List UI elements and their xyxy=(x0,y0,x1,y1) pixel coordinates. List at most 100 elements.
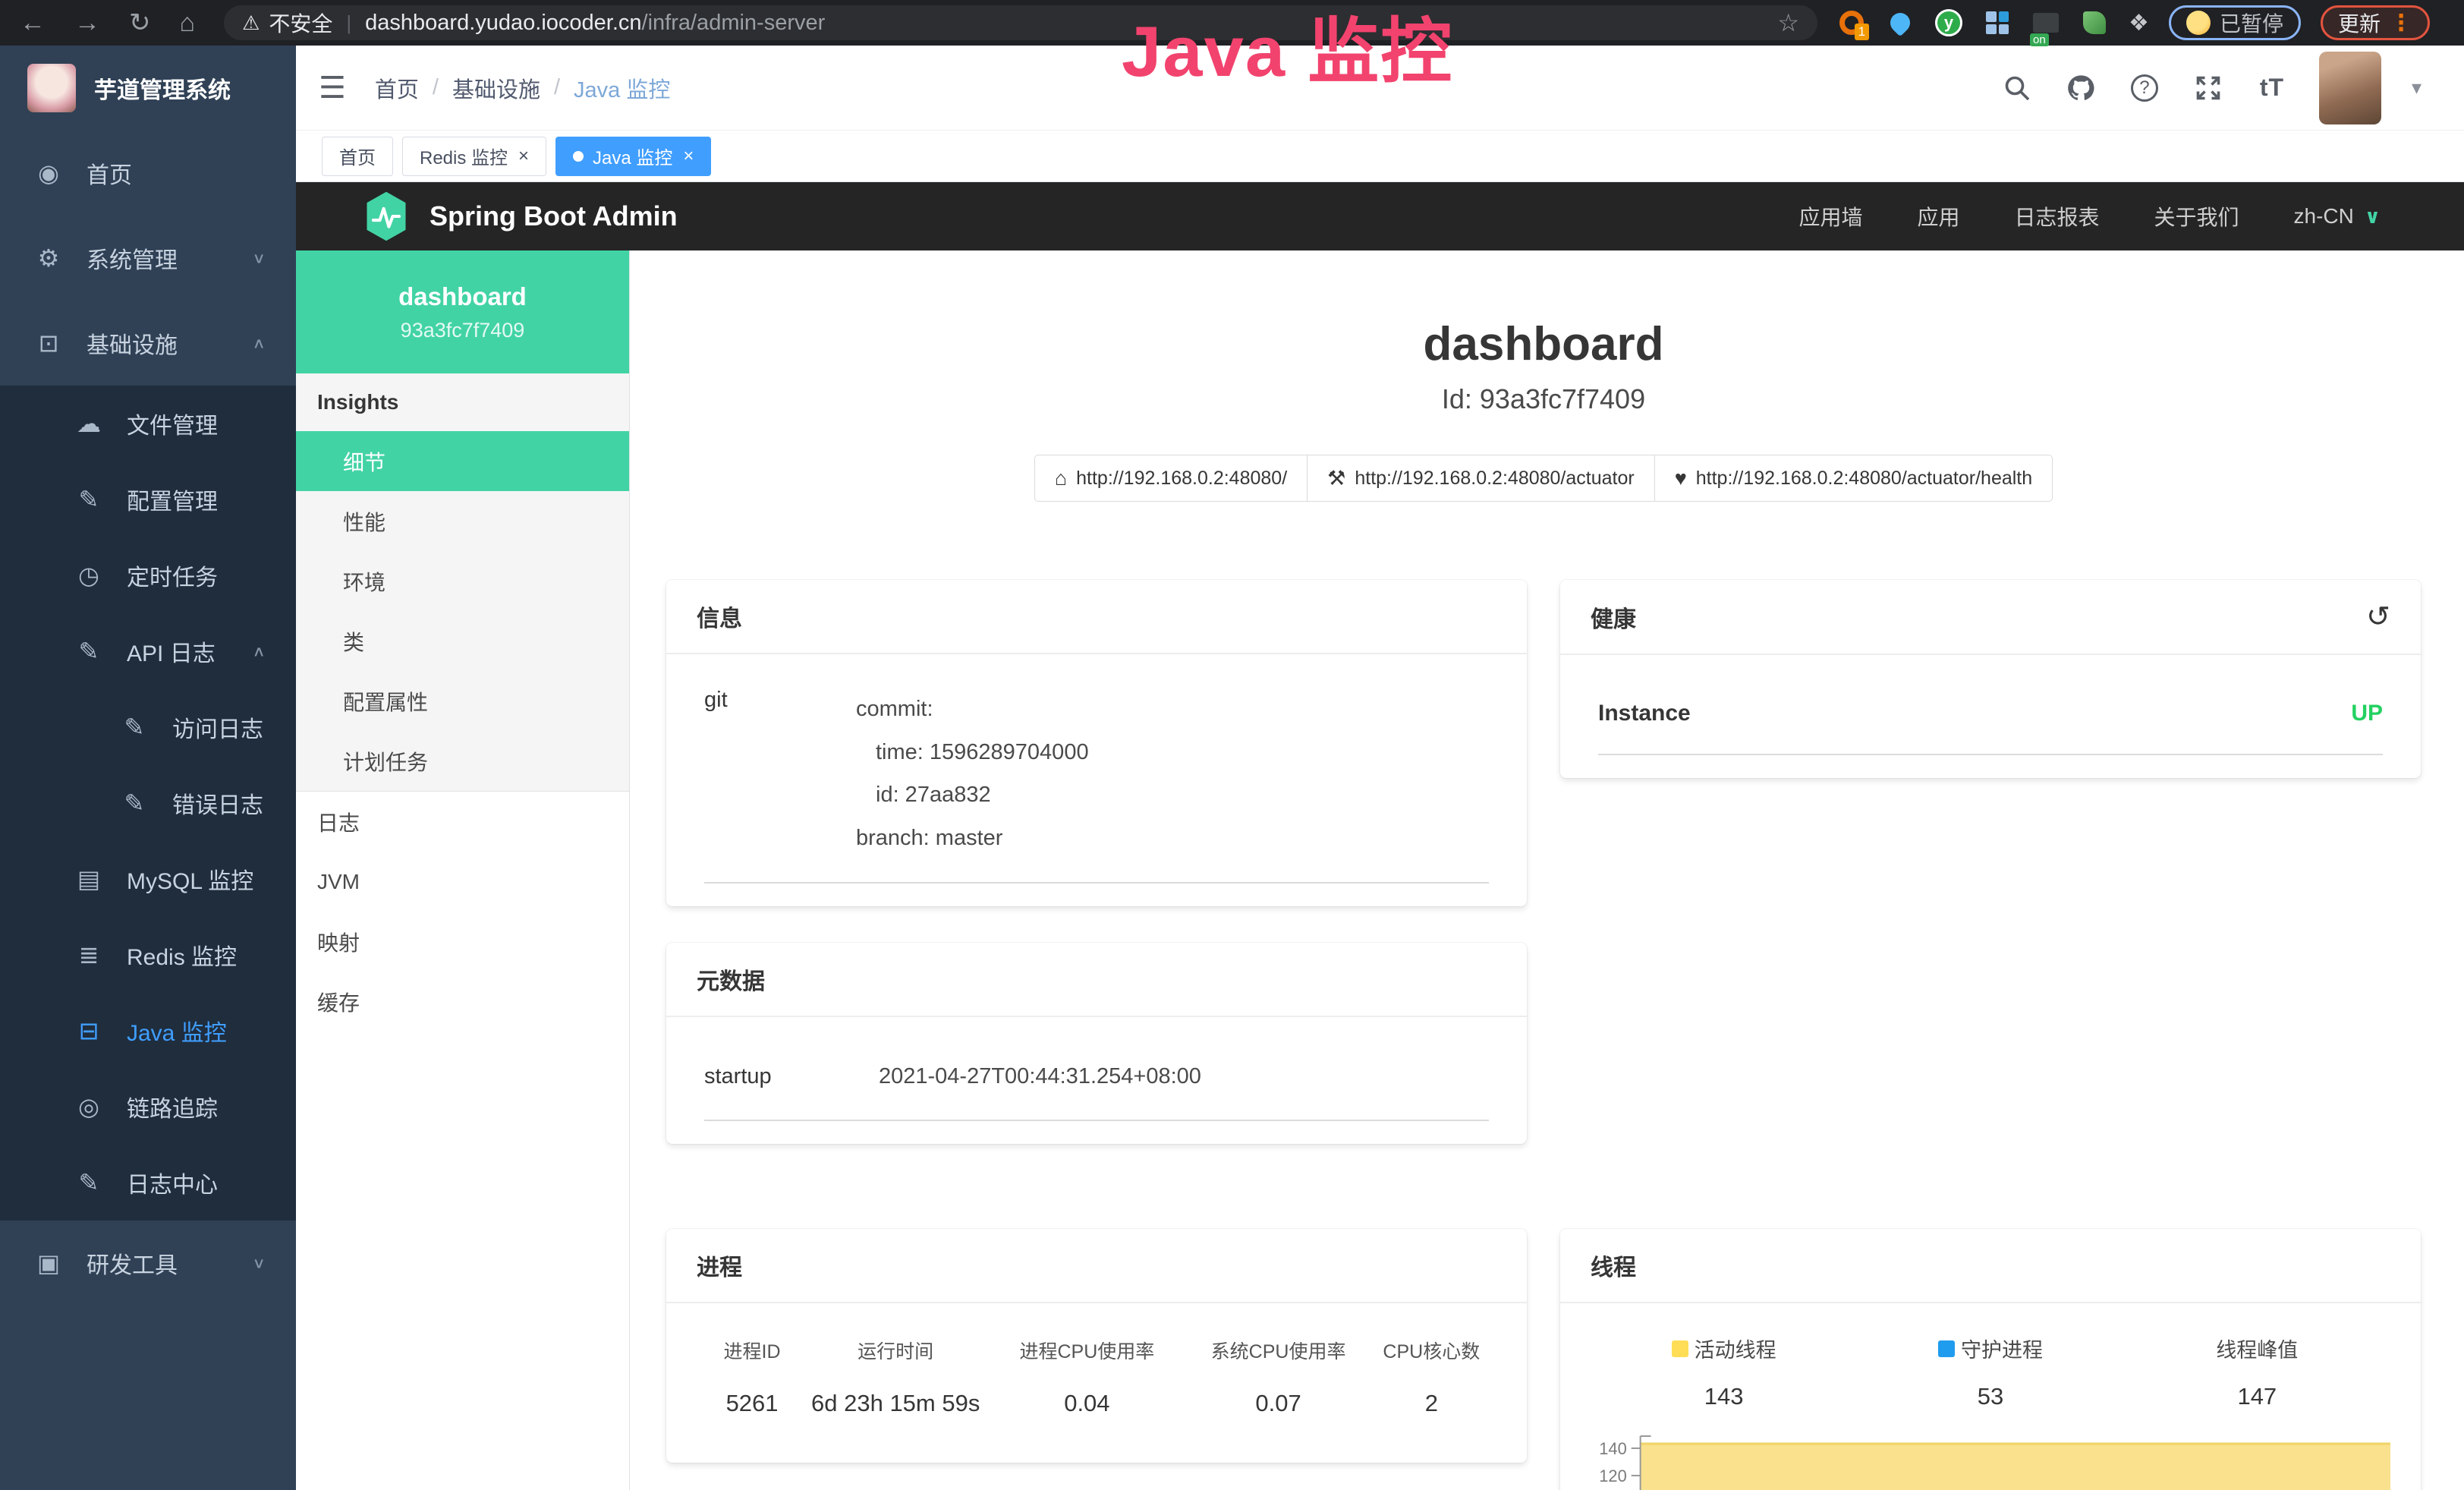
forward-icon[interactable]: → xyxy=(74,10,100,36)
close-icon[interactable]: × xyxy=(683,146,694,167)
user-avatar[interactable] xyxy=(2319,52,2381,124)
subnav-item-classes[interactable]: 类 xyxy=(296,611,629,671)
instance-header[interactable]: dashboard 93a3fc7f7409 xyxy=(296,250,629,373)
tab-redis[interactable]: Redis 监控 × xyxy=(402,137,546,176)
main-content: dashboard Id: 93a3fc7f7409 ⌂ http://192.… xyxy=(630,250,2464,1490)
daemon-threads-value: 53 xyxy=(1857,1383,2123,1410)
sidebar-item-infra[interactable]: ⊡ 基础设施 ∧ xyxy=(0,301,296,386)
sidebar-logo-row[interactable]: 芋道管理系统 xyxy=(0,46,296,131)
threads-card-title: 线程 xyxy=(1591,1249,1636,1282)
actuator-url-link[interactable]: ⚒ http://192.168.0.2:48080/actuator xyxy=(1307,455,1655,502)
breadcrumb-home[interactable]: 首页 xyxy=(375,72,419,104)
insights-section-label: Insights xyxy=(296,373,629,431)
sidebar-item-cron[interactable]: ◷ 定时任务 xyxy=(0,537,296,613)
warning-icon: ⚠ xyxy=(242,11,260,35)
search-icon[interactable] xyxy=(2000,71,2034,105)
font-size-icon[interactable]: tT xyxy=(2255,71,2289,105)
tab-java[interactable]: Java 监控 × xyxy=(555,137,711,176)
sba-brand[interactable]: Spring Boot Admin xyxy=(363,191,678,242)
sidebar-item-java[interactable]: ⊟ Java 监控 xyxy=(0,993,296,1069)
reload-icon[interactable]: ↻ xyxy=(129,10,151,36)
extension-icon-orange[interactable]: 1 xyxy=(1837,8,1866,37)
subnav-item-configprops[interactable]: 配置属性 xyxy=(296,671,629,731)
grid-extension-icon[interactable] xyxy=(1983,8,2012,37)
timer-icon: ◷ xyxy=(72,561,105,590)
process-card-title: 进程 xyxy=(697,1249,742,1282)
database-icon: ▤ xyxy=(72,865,105,893)
health-url-link[interactable]: ♥ http://192.168.0.2:48080/actuator/heal… xyxy=(1654,455,2053,502)
hamburger-icon[interactable]: ☰ xyxy=(319,71,346,106)
back-icon[interactable]: ← xyxy=(20,10,46,36)
sba-nav-journal[interactable]: 日志报表 xyxy=(2015,201,2100,232)
browser-menu-icon[interactable]: ⋮ xyxy=(2390,10,2412,36)
sba-header: Spring Boot Admin 应用墙 应用 日志报表 关于我们 zh-CN… xyxy=(296,182,2464,250)
subnav-item-metrics[interactable]: 性能 xyxy=(296,491,629,551)
health-row: Instance UP xyxy=(1598,688,2383,755)
home-icon[interactable]: ⌂ xyxy=(180,10,196,36)
edit-icon: ✎ xyxy=(72,1168,105,1197)
extensions-puzzle-icon[interactable]: ❖ xyxy=(2129,10,2149,36)
health-heart-icon: ♥ xyxy=(1675,467,1687,490)
info-card: 信息 git commit: time: 1596289704000 id: 2… xyxy=(666,580,1527,906)
chevron-up-icon: ∧ xyxy=(252,642,266,660)
sidebar-item-access-log[interactable]: ✎ 访问日志 xyxy=(0,689,296,765)
subnav-item-caches[interactable]: 缓存 xyxy=(296,972,629,1032)
sidebar-item-mysql[interactable]: ▤ MySQL 监控 xyxy=(0,841,296,917)
subnav-item-mappings[interactable]: 映射 xyxy=(296,912,629,972)
sba-nav-about[interactable]: 关于我们 xyxy=(2154,201,2239,232)
history-icon[interactable]: ↺ xyxy=(2366,600,2390,634)
sidebar-item-files[interactable]: ☁ 文件管理 xyxy=(0,386,296,461)
breadcrumb-current: Java 监控 xyxy=(574,72,670,104)
sidebar-item-api-log[interactable]: ✎ API 日志 ∧ xyxy=(0,613,296,689)
sidebar-item-config[interactable]: ✎ 配置管理 xyxy=(0,461,296,537)
tab-home[interactable]: 首页 xyxy=(322,137,393,176)
subnav-item-details[interactable]: 细节 xyxy=(296,431,629,491)
on-extension-icon[interactable]: on xyxy=(2031,8,2060,37)
sidebar-item-error-log[interactable]: ✎ 错误日志 xyxy=(0,765,296,841)
app-logo xyxy=(27,64,76,112)
info-card-title: 信息 xyxy=(697,600,742,633)
extension-row: 1 y on ❖ 已暂停 更新 ⋮ xyxy=(1837,5,2430,40)
edit-icon: ✎ xyxy=(72,637,105,666)
language-selector[interactable]: zh-CN ∨ xyxy=(2294,204,2381,228)
subnav-item-scheduled[interactable]: 计划任务 xyxy=(296,731,629,791)
sba-nav-applications[interactable]: 应用 xyxy=(1917,201,1959,232)
subnav-item-jvm[interactable]: JVM xyxy=(296,852,629,912)
divider xyxy=(704,882,1489,884)
sba-nav-wallboard[interactable]: 应用墙 xyxy=(1798,201,1862,232)
sba-logo-icon xyxy=(363,191,410,242)
github-icon[interactable] xyxy=(2064,71,2097,105)
subnav-item-logs[interactable]: 日志 xyxy=(296,792,629,852)
help-icon[interactable]: ? xyxy=(2128,71,2161,105)
avatar-caret-icon[interactable]: ▾ xyxy=(2412,76,2422,99)
sidebar-item-tracing[interactable]: ◎ 链路追踪 xyxy=(0,1069,296,1145)
bookmark-star-icon[interactable]: ☆ xyxy=(1777,8,1799,37)
sidebar-item-home[interactable]: ◉ 首页 xyxy=(0,131,296,216)
threads-chart: 140 120 100 xyxy=(1591,1430,2390,1490)
subnav-item-environment[interactable]: 环境 xyxy=(296,551,629,611)
leaf-extension-icon[interactable] xyxy=(2080,8,2109,37)
threads-card: 线程 活动线程 143 守护进程 xyxy=(1560,1229,2421,1490)
update-browser-pill[interactable]: 更新 ⋮ xyxy=(2321,5,2430,40)
paused-profile-pill[interactable]: 已暂停 xyxy=(2169,5,2301,40)
info-row-value: commit: time: 1596289704000 id: 27aa832 … xyxy=(856,688,1089,859)
omnibox-divider: | xyxy=(346,11,351,35)
eye-icon: ◎ xyxy=(72,1092,105,1121)
address-bar[interactable]: ⚠ 不安全 | dashboard.yudao.iocoder.cn /infr… xyxy=(224,5,1817,40)
sidebar-item-redis[interactable]: ≣ Redis 监控 xyxy=(0,917,296,993)
health-card-title: 健康 xyxy=(1591,600,1636,634)
legend-swatch-daemon xyxy=(1938,1340,1955,1357)
dashboard-icon: ◉ xyxy=(32,159,65,187)
wrench-icon: ⚒ xyxy=(1327,467,1345,490)
sidebar-item-devtools[interactable]: ▣ 研发工具 ∨ xyxy=(0,1221,296,1306)
pin-extension-icon[interactable] xyxy=(1886,8,1915,37)
close-icon[interactable]: × xyxy=(518,146,529,167)
y-extension-icon[interactable]: y xyxy=(1934,8,1963,37)
breadcrumb-infra[interactable]: 基础设施 xyxy=(452,72,540,104)
sidebar-item-system[interactable]: ⚙ 系统管理 ∨ xyxy=(0,216,296,301)
fullscreen-icon[interactable] xyxy=(2192,71,2225,105)
service-url-link[interactable]: ⌂ http://192.168.0.2:48080/ xyxy=(1034,455,1308,502)
chevron-down-icon: ∨ xyxy=(252,1254,266,1271)
process-id-value: 5261 xyxy=(704,1390,800,1417)
sidebar-item-log-center[interactable]: ✎ 日志中心 xyxy=(0,1145,296,1221)
